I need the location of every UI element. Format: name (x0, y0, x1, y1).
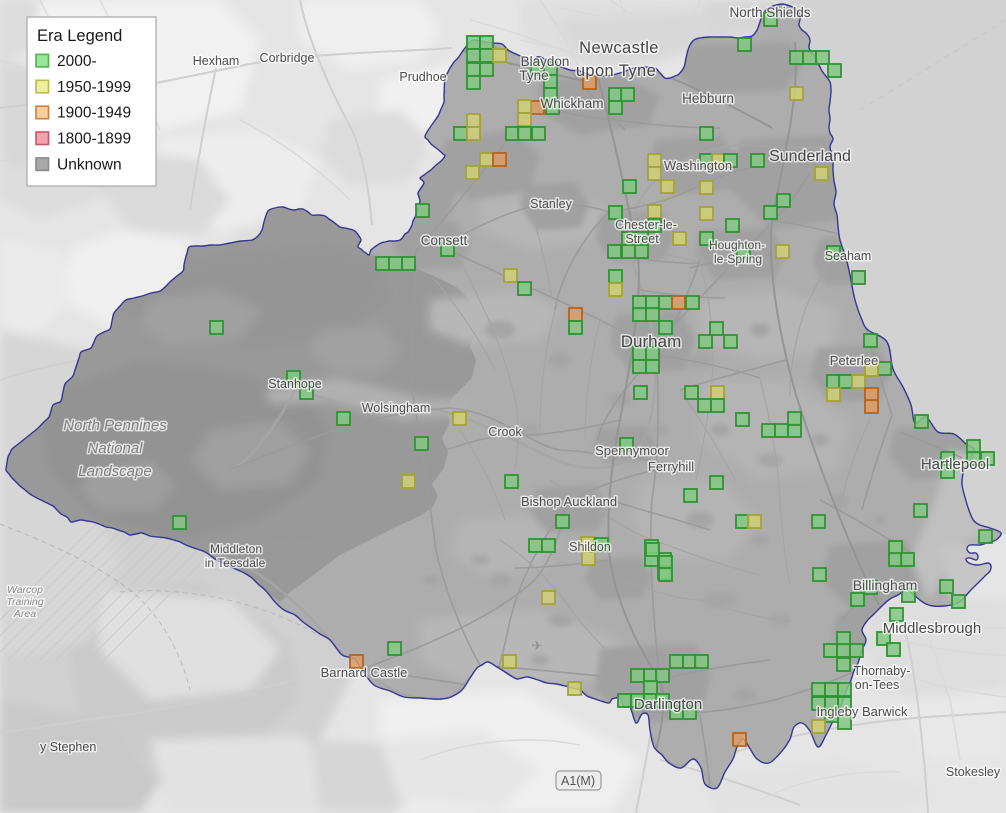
svg-text:le-Spring: le-Spring (714, 252, 762, 266)
svg-text:Crook: Crook (488, 425, 522, 439)
svg-text:Barnard Castle: Barnard Castle (321, 665, 408, 680)
svg-text:Hartlepool: Hartlepool (921, 456, 989, 473)
svg-text:Whickham: Whickham (540, 96, 603, 111)
svg-text:Seaham: Seaham (825, 249, 872, 263)
svg-text:Landscape: Landscape (78, 463, 151, 480)
svg-text:Blaydon: Blaydon (521, 54, 570, 69)
svg-text:Shildon: Shildon (569, 540, 611, 554)
svg-text:Durham: Durham (621, 332, 681, 351)
svg-text:Darlington: Darlington (634, 696, 702, 713)
svg-text:1900-1949: 1900-1949 (57, 105, 131, 122)
svg-text:National: National (87, 440, 143, 457)
svg-text:1800-1899: 1800-1899 (57, 131, 131, 148)
svg-text:Bishop Auckland: Bishop Auckland (521, 494, 617, 509)
svg-text:Wolsingham: Wolsingham (362, 401, 431, 415)
svg-text:Billingham: Billingham (853, 577, 918, 593)
svg-text:Sunderland: Sunderland (769, 148, 851, 165)
svg-text:A1(M): A1(M) (561, 774, 595, 788)
svg-text:Unknown: Unknown (57, 156, 122, 173)
svg-text:on-Tees: on-Tees (855, 678, 899, 692)
svg-text:in Teesdale: in Teesdale (205, 556, 266, 570)
svg-text:Spennymoor: Spennymoor (595, 443, 669, 458)
svg-text:Chester-le-: Chester-le- (615, 218, 677, 232)
svg-text:Hexham: Hexham (193, 54, 240, 68)
svg-text:2000-: 2000- (57, 53, 97, 70)
svg-text:Middleton: Middleton (210, 542, 262, 556)
svg-text:Stanhope: Stanhope (268, 377, 322, 391)
svg-text:Area: Area (13, 608, 36, 620)
svg-text:Warcop: Warcop (7, 584, 43, 596)
svg-text:North Pennines: North Pennines (63, 417, 167, 434)
svg-text:Prudhoe: Prudhoe (399, 70, 446, 84)
svg-text:upon Tyne: upon Tyne (576, 62, 656, 80)
svg-text:Newcastle: Newcastle (579, 39, 659, 57)
svg-text:Thornaby-: Thornaby- (854, 664, 911, 678)
svg-text:Stanley: Stanley (530, 197, 572, 211)
svg-text:Washington: Washington (664, 158, 732, 173)
svg-text:Houghton-: Houghton- (709, 238, 765, 252)
svg-text:Middlesbrough: Middlesbrough (883, 620, 981, 637)
svg-text:Hebburn: Hebburn (682, 91, 734, 106)
svg-text:Street: Street (625, 232, 659, 246)
svg-text:1950-1999: 1950-1999 (57, 79, 131, 96)
svg-text:North Shields: North Shields (729, 5, 810, 20)
svg-text:Ferryhill: Ferryhill (648, 459, 694, 474)
svg-text:Era Legend: Era Legend (37, 27, 122, 45)
svg-text:✈: ✈ (532, 638, 543, 653)
svg-text:Consett: Consett (421, 233, 468, 248)
svg-text:Ingleby Barwick: Ingleby Barwick (816, 704, 908, 719)
svg-text:Peterlee: Peterlee (830, 353, 878, 368)
svg-text:Tyne: Tyne (519, 68, 548, 83)
svg-text:Corbridge: Corbridge (260, 51, 315, 65)
svg-text:y Stephen: y Stephen (40, 740, 96, 754)
svg-text:Stokesley: Stokesley (946, 765, 1001, 779)
svg-text:Training: Training (6, 596, 43, 608)
